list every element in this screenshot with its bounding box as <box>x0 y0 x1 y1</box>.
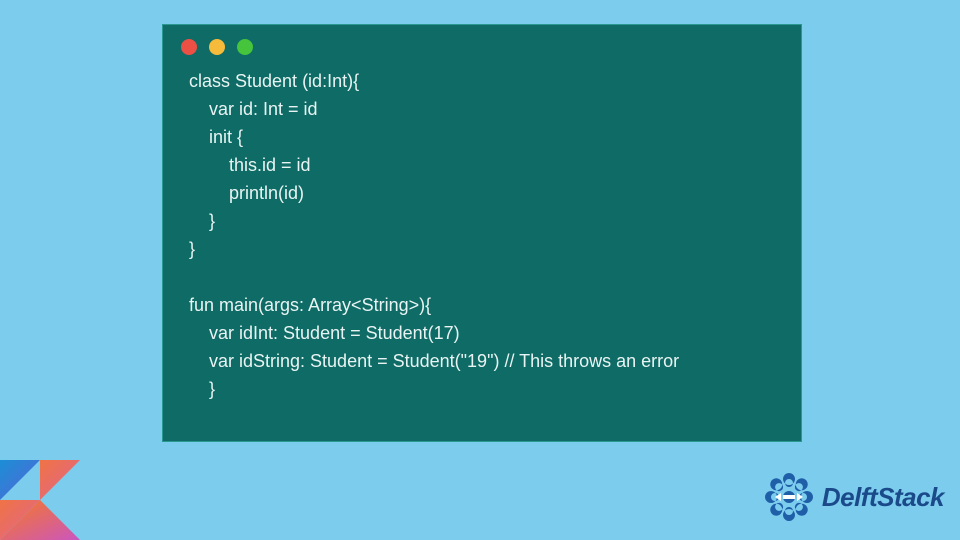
minimize-icon <box>209 39 225 55</box>
kotlin-logo-icon <box>0 460 80 540</box>
code-block: class Student (id:Int){ var id: Int = id… <box>163 63 801 421</box>
code-window: class Student (id:Int){ var id: Int = id… <box>162 24 802 442</box>
window-controls <box>163 25 801 63</box>
maximize-icon <box>237 39 253 55</box>
delftstack-badge-icon <box>762 470 816 524</box>
brand-name: DelftStack <box>822 482 944 513</box>
delftstack-logo: DelftStack <box>762 470 944 524</box>
close-icon <box>181 39 197 55</box>
